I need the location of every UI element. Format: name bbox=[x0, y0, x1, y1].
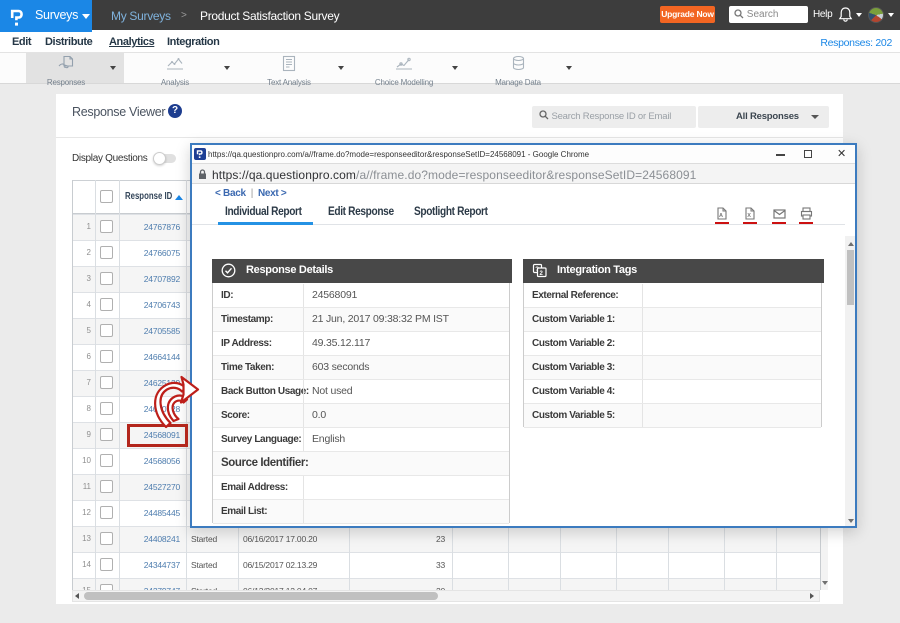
svg-text:X: X bbox=[747, 213, 751, 219]
svg-text:A: A bbox=[719, 213, 723, 219]
